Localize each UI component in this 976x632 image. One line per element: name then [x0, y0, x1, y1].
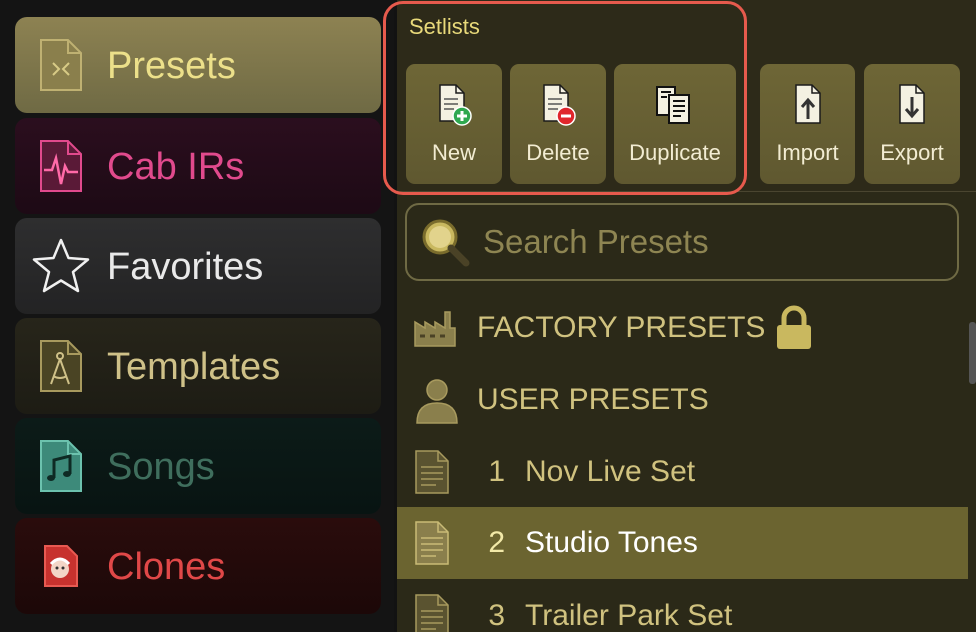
- import-setlist-button[interactable]: Import: [760, 64, 855, 184]
- star-icon: [15, 218, 107, 314]
- section-title: Setlists: [409, 14, 480, 39]
- sidebar-item-presets[interactable]: Presets: [15, 17, 381, 113]
- scrollbar-thumb[interactable]: [969, 322, 976, 384]
- import-icon: [785, 82, 831, 128]
- setlist-row-selected[interactable]: 2 Studio Tones: [397, 507, 968, 579]
- sidebar-item-templates[interactable]: Templates: [15, 318, 381, 414]
- button-label: Import: [776, 140, 839, 165]
- setlist-name: Trailer Park Set: [525, 599, 733, 632]
- sidebar-item-label: Presets: [107, 44, 236, 87]
- document-icon: [397, 520, 457, 566]
- document-icon: [397, 449, 457, 495]
- folder-label: FACTORY PRESETS: [477, 311, 766, 344]
- sidebar-item-label: Clones: [107, 545, 226, 588]
- search-input[interactable]: [483, 223, 943, 261]
- setlist-toolbar: Setlists New Delete Duplicate Import Exp…: [397, 0, 976, 192]
- setlist-name: Studio Tones: [525, 526, 698, 559]
- button-label: Duplicate: [629, 140, 721, 165]
- cab-ir-waveform-icon: [15, 118, 107, 214]
- setlist-panel: Setlists New Delete Duplicate Import Exp…: [397, 0, 976, 632]
- sidebar-item-songs[interactable]: Songs: [15, 418, 381, 514]
- export-icon: [889, 82, 935, 128]
- search-box[interactable]: [405, 203, 959, 281]
- duplicate-setlist-button[interactable]: Duplicate: [614, 64, 736, 184]
- button-label: Delete: [526, 140, 590, 165]
- sidebar-item-clones[interactable]: Clones: [15, 518, 381, 614]
- button-label: Export: [880, 140, 944, 165]
- setlist-number: 3: [488, 599, 505, 632]
- sidebar-item-favorites[interactable]: Favorites: [15, 218, 381, 314]
- sidebar-item-label: Templates: [107, 345, 281, 388]
- document-icon: [397, 593, 457, 632]
- setlist-name: Nov Live Set: [525, 455, 696, 488]
- new-setlist-button[interactable]: New: [406, 64, 502, 184]
- button-label: New: [431, 140, 476, 165]
- setlist-row[interactable]: 1 Nov Live Set: [397, 436, 968, 508]
- export-setlist-button[interactable]: Export: [864, 64, 960, 184]
- lock-icon: [775, 305, 813, 351]
- delete-file-icon: [535, 82, 581, 128]
- library-sidebar: Presets Cab IRs Favorites Templates Song…: [0, 0, 394, 632]
- sidebar-item-label: Songs: [107, 445, 215, 488]
- factory-icon: [397, 308, 477, 348]
- template-compass-icon: [15, 318, 107, 414]
- sidebar-item-cab-irs[interactable]: Cab IRs: [15, 118, 381, 214]
- setlist-number: 1: [488, 455, 505, 488]
- factory-presets-folder[interactable]: FACTORY PRESETS: [397, 292, 968, 364]
- delete-setlist-button[interactable]: Delete: [510, 64, 606, 184]
- clone-sheep-icon: [15, 518, 107, 614]
- music-note-icon: [15, 418, 107, 514]
- duplicate-icon: [652, 82, 698, 128]
- sidebar-item-label: Cab IRs: [107, 145, 245, 188]
- folder-label: USER PRESETS: [477, 383, 709, 416]
- user-presets-folder[interactable]: USER PRESETS: [397, 364, 968, 436]
- new-file-icon: [431, 82, 477, 128]
- sidebar-item-label: Favorites: [107, 245, 264, 288]
- setlist-row[interactable]: 3 Trailer Park Set: [397, 580, 968, 632]
- presets-file-icon: [15, 17, 107, 113]
- setlist-number: 2: [488, 526, 505, 559]
- user-icon: [397, 375, 477, 425]
- search-icon: [407, 203, 483, 281]
